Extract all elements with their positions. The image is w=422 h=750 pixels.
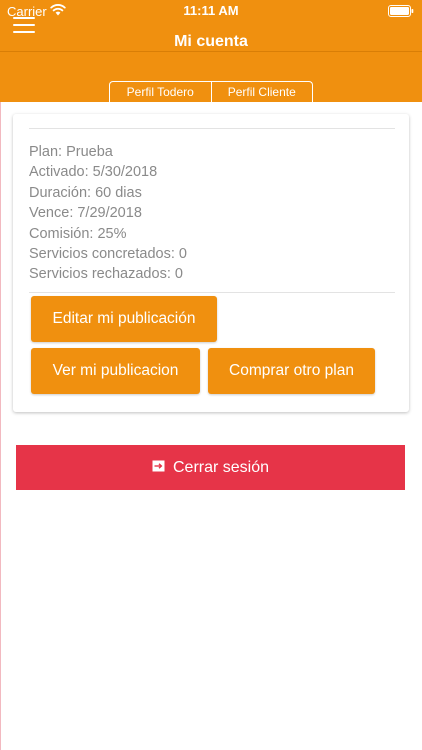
plan-duration: Duración: 60 dias bbox=[29, 184, 142, 201]
battery-icon bbox=[388, 5, 414, 17]
plan-card: Plan: Prueba Activado: 5/30/2018 Duració… bbox=[13, 114, 409, 412]
logout-button[interactable]: Cerrar sesión bbox=[16, 445, 405, 490]
plan-info-list: Plan: Prueba Activado: 5/30/2018 Duració… bbox=[29, 142, 187, 285]
hamburger-menu-icon[interactable] bbox=[13, 17, 35, 33]
plan-expires: Vence: 7/29/2018 bbox=[29, 205, 142, 222]
left-edge-line bbox=[0, 102, 1, 750]
view-publication-button[interactable]: Ver mi publicacion bbox=[31, 348, 200, 394]
buy-plan-button[interactable]: Comprar otro plan bbox=[208, 348, 375, 394]
services-rejected: Servicios rechazados: 0 bbox=[29, 266, 183, 283]
status-bar: Carrier 11:11 AM bbox=[0, 0, 422, 22]
edit-publication-button[interactable]: Editar mi publicación bbox=[31, 296, 217, 342]
logout-icon bbox=[152, 460, 165, 472]
tab-perfil-cliente[interactable]: Perfil Cliente bbox=[210, 82, 313, 102]
plan-name: Plan: Prueba bbox=[29, 144, 113, 160]
tab-perfil-todero[interactable]: Perfil Todero bbox=[110, 82, 211, 102]
card-bottom-divider bbox=[29, 292, 395, 293]
plan-commission: Comisión: 25% bbox=[29, 225, 127, 242]
status-time: 11:11 AM bbox=[183, 3, 239, 18]
plan-activated: Activado: 5/30/2018 bbox=[29, 164, 158, 181]
profile-tabs: Perfil Todero Perfil Cliente bbox=[109, 81, 313, 102]
card-top-divider bbox=[29, 128, 395, 129]
page-title: Mi cuenta bbox=[174, 33, 248, 50]
app-header: Carrier 11:11 AM Mi cuenta Perfil Todero… bbox=[0, 0, 422, 102]
logout-label: Cerrar sesión bbox=[172, 459, 270, 476]
services-completed: Servicios concretados: 0 bbox=[29, 245, 187, 262]
header-divider bbox=[0, 51, 422, 52]
